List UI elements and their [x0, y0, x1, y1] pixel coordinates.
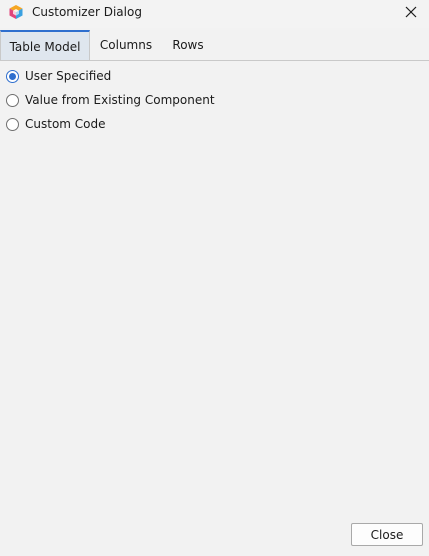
- close-icon[interactable]: [397, 0, 425, 24]
- option-label: User Specified: [25, 69, 112, 83]
- tab-label: Table Model: [9, 39, 81, 54]
- tab-table-model[interactable]: Table Model: [0, 30, 90, 61]
- tab-label: Columns: [99, 38, 153, 52]
- tab-rows[interactable]: Rows: [164, 30, 212, 60]
- tab-columns[interactable]: Columns: [92, 30, 160, 60]
- app-cube-icon: [8, 4, 24, 20]
- radio-button[interactable]: [6, 93, 19, 107]
- close-button-label: Close: [370, 527, 404, 542]
- window-title: Customizer Dialog: [32, 5, 142, 19]
- close-button[interactable]: Close: [351, 523, 423, 546]
- radio-button[interactable]: [6, 69, 19, 83]
- option-value-from-existing-component[interactable]: Value from Existing Component: [6, 90, 215, 110]
- option-label: Custom Code: [25, 117, 106, 131]
- tab-label: Rows: [172, 38, 204, 52]
- option-user-specified[interactable]: User Specified: [6, 66, 111, 86]
- tab-bar: Table Model Columns Rows: [0, 30, 429, 61]
- title-bar: Customizer Dialog: [0, 0, 429, 28]
- option-custom-code[interactable]: Custom Code: [6, 114, 106, 134]
- option-label: Value from Existing Component: [25, 93, 215, 107]
- tab-divider: [0, 60, 429, 61]
- customizer-dialog: Customizer Dialog Table Model Columns Ro…: [0, 0, 429, 556]
- radio-button[interactable]: [6, 117, 19, 131]
